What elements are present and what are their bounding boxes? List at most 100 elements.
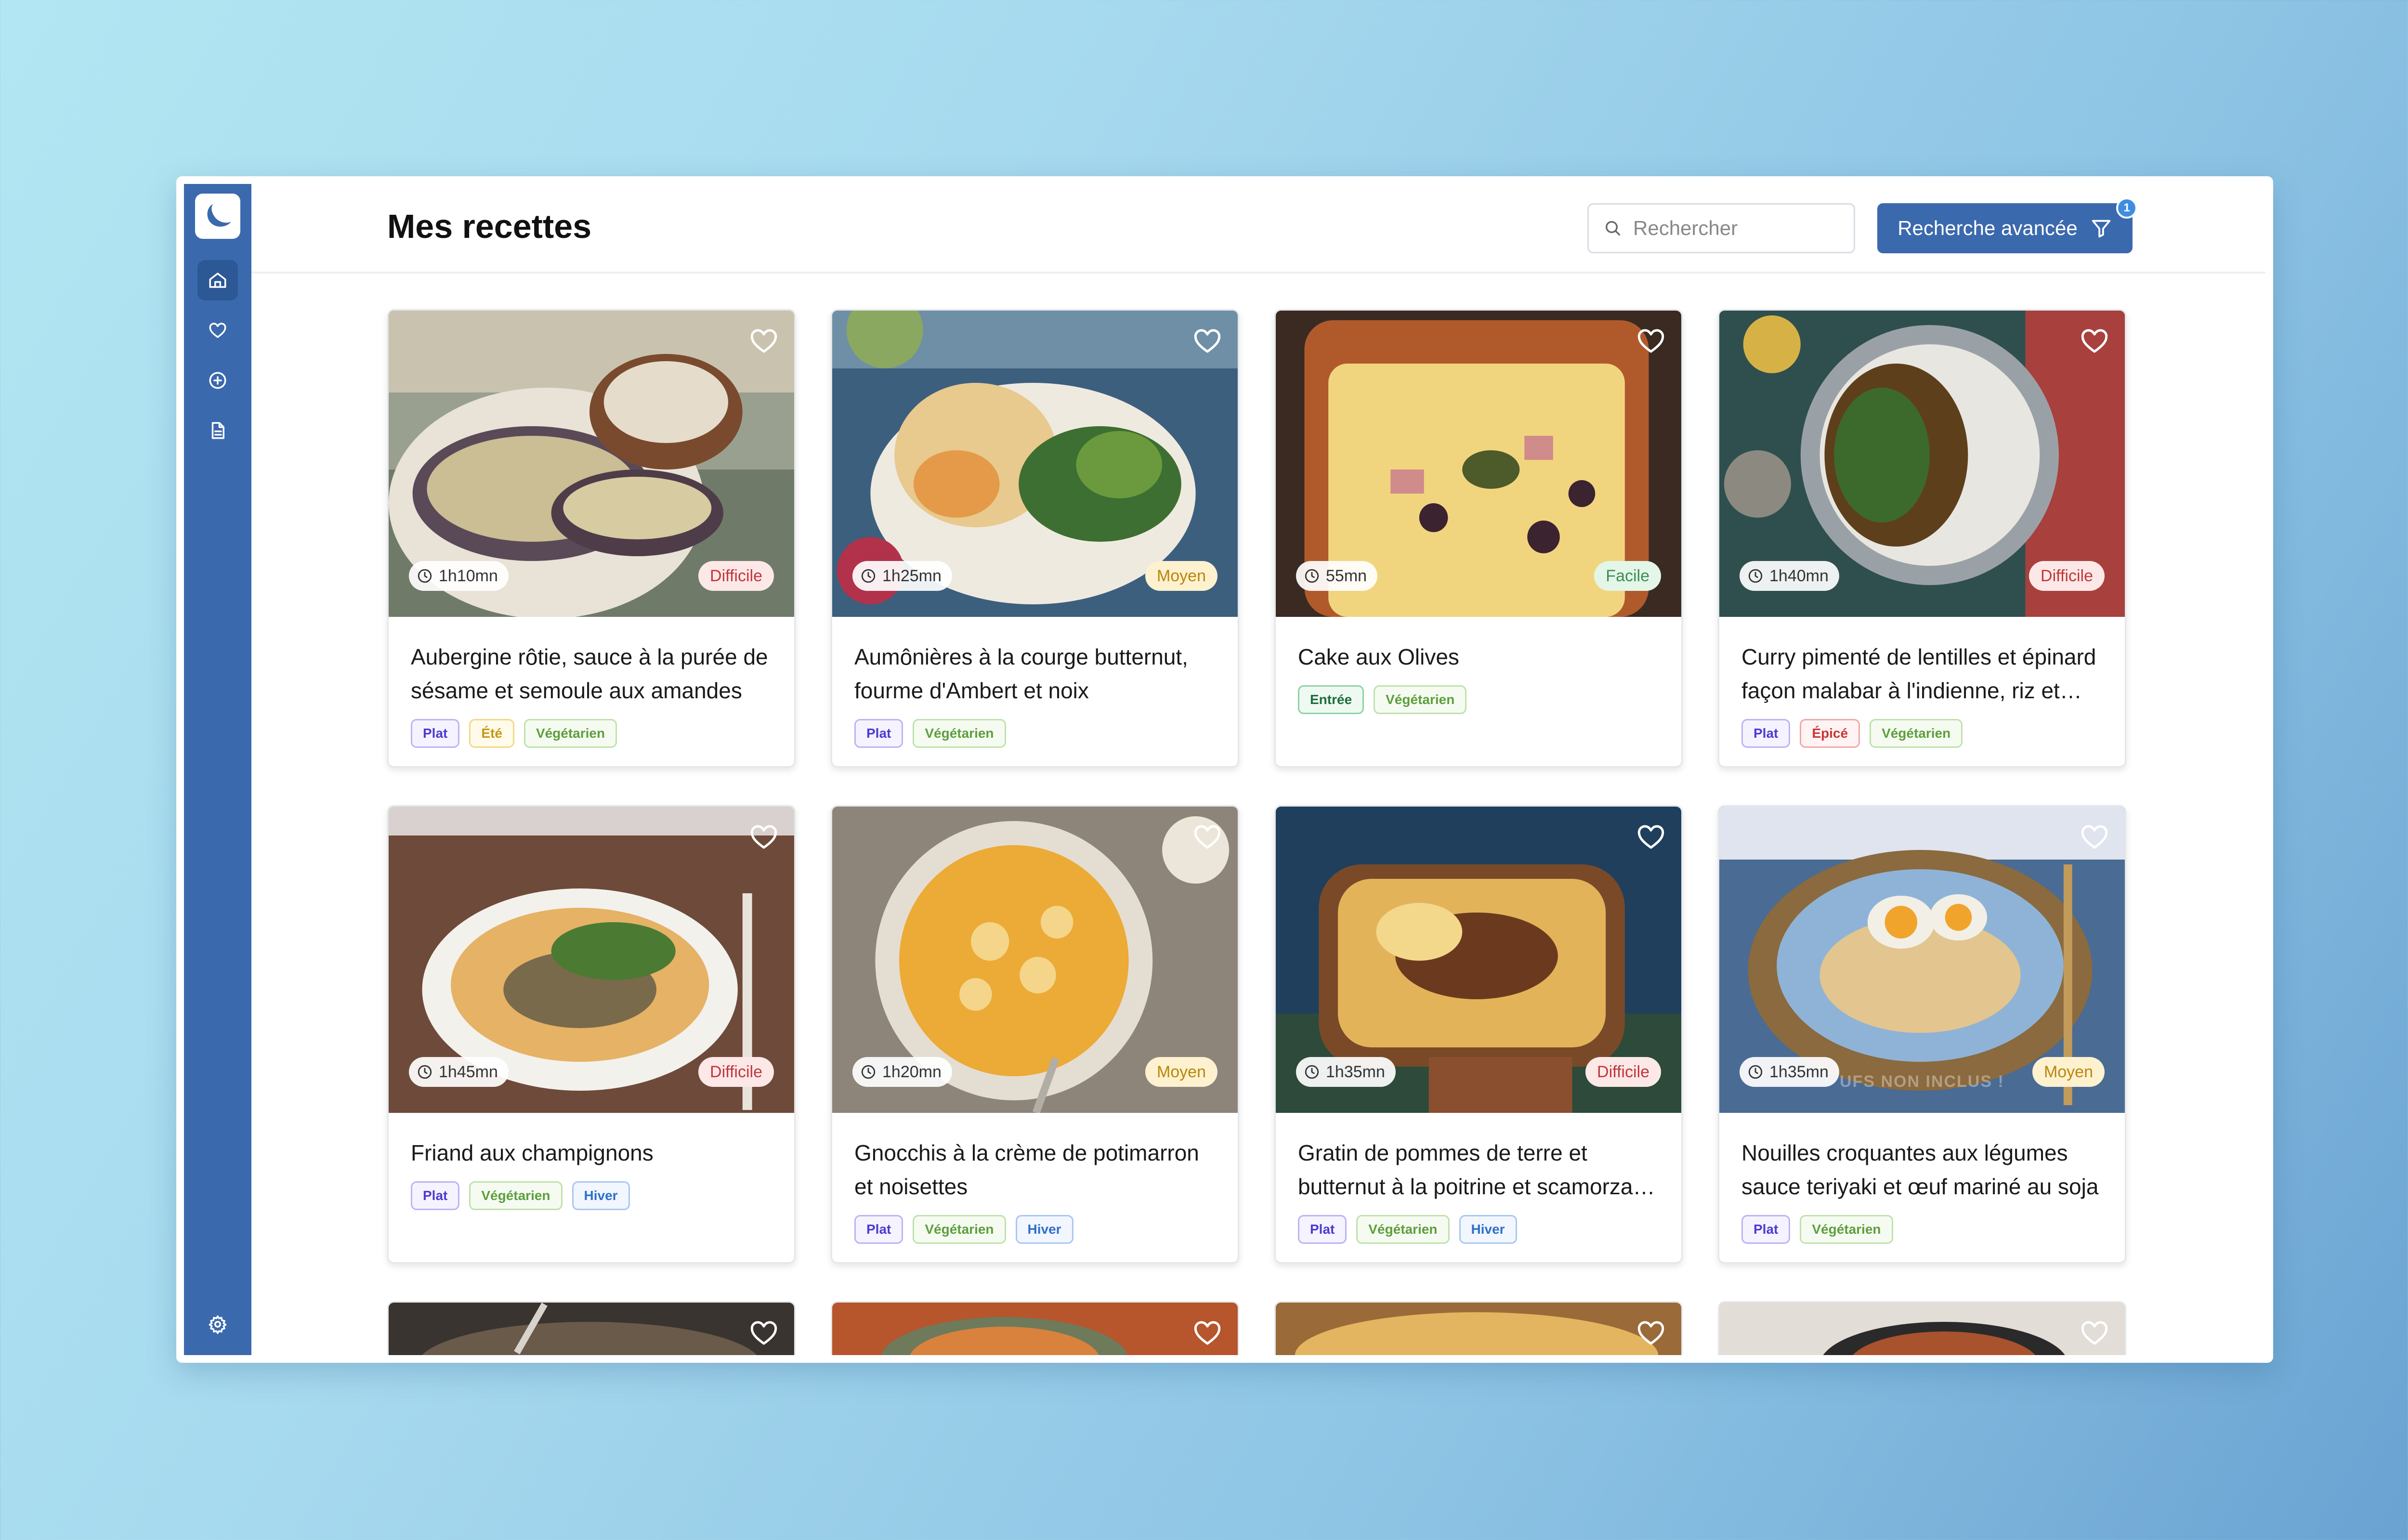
- sidebar: [184, 184, 251, 1355]
- recipe-card[interactable]: [1718, 1301, 2126, 1355]
- sidebar-item-documents[interactable]: [197, 410, 238, 451]
- recipe-card[interactable]: 1h40mn Difficile Curry pimenté de lentil…: [1718, 309, 2126, 768]
- tag-list: Plat Épicé Végétarien: [1741, 719, 1963, 748]
- document-icon: [211, 422, 224, 439]
- home-icon: [209, 273, 226, 288]
- advanced-search-button[interactable]: Recherche avancée 1: [1877, 197, 2137, 253]
- difficulty-badge: Difficile: [698, 561, 774, 591]
- difficulty-badge: Moyen: [1145, 1057, 1217, 1087]
- time-label: 1h35mn: [1326, 1062, 1385, 1081]
- sidebar-item-favorites[interactable]: [197, 310, 238, 351]
- favorite-heart-icon[interactable]: [1191, 1317, 1223, 1349]
- sidebar-item-settings[interactable]: [197, 1304, 238, 1344]
- favorite-heart-icon[interactable]: [748, 821, 780, 853]
- recipe-image: [832, 1303, 1238, 1355]
- recipe-image: [1276, 1303, 1681, 1355]
- tag-vegetarien: Végétarien: [913, 1215, 1006, 1244]
- recipe-card[interactable]: 1h25mn Moyen Aumônières à la courge butt…: [831, 309, 1239, 768]
- time-label: 1h25mn: [882, 566, 942, 585]
- difficulty-badge: Difficile: [2029, 561, 2105, 591]
- tag-list: Plat Été Végétarien: [411, 719, 617, 748]
- tag-list: Plat Végétarien: [854, 719, 1006, 748]
- filter-icon: [2092, 220, 2110, 238]
- recipe-card[interactable]: [387, 1301, 796, 1355]
- tag-vegetarien: Végétarien: [523, 719, 617, 748]
- tag-hiver: Hiver: [572, 1181, 630, 1210]
- favorite-heart-icon[interactable]: [748, 325, 780, 357]
- recipe-card[interactable]: [831, 1301, 1239, 1355]
- favorite-heart-icon[interactable]: [1635, 325, 1667, 357]
- clock-icon: [1748, 569, 1763, 583]
- page-header: Mes recettes Recherche avancée 1: [251, 184, 2265, 274]
- gear-icon: [209, 1315, 227, 1334]
- recipe-title: Nouilles croquantes aux légumes sauce te…: [1741, 1140, 2099, 1199]
- favorite-heart-icon[interactable]: [2079, 821, 2110, 853]
- time-badge: 1h20mn: [852, 1057, 952, 1087]
- tag-plat: Plat: [1741, 1215, 1791, 1244]
- tag-vegetarien: Végétarien: [1374, 685, 1467, 714]
- time-badge: 1h35mn: [1296, 1057, 1396, 1087]
- tag-plat: Plat: [854, 1215, 903, 1244]
- recipe-title: Gnocchis à la crème de potimarron et noi…: [854, 1140, 1199, 1199]
- recipe-title: Friand aux champignons: [411, 1140, 654, 1165]
- tag-plat: Plat: [411, 719, 460, 748]
- sidebar-item-add[interactable]: [197, 360, 238, 401]
- time-badge: 1h35mn: [1740, 1057, 1839, 1087]
- tag-list: Plat Végétarien: [1741, 1215, 1893, 1244]
- difficulty-badge: Facile: [1594, 561, 1661, 591]
- search-box[interactable]: [1587, 203, 1855, 253]
- recipe-card[interactable]: 1h35mn Difficile Gratin de pommes de ter…: [1274, 805, 1683, 1264]
- tag-entree: Entrée: [1298, 685, 1364, 714]
- time-badge: 1h45mn: [409, 1057, 509, 1087]
- tag-hiver: Hiver: [1459, 1215, 1517, 1244]
- recipe-card[interactable]: 1h10mn Difficile Aubergine rôtie, sauce …: [387, 309, 796, 768]
- clock-icon: [861, 569, 876, 583]
- time-badge: 1h25mn: [852, 561, 952, 591]
- time-label: 1h40mn: [1769, 566, 1829, 585]
- page-title: Mes recettes: [387, 208, 592, 245]
- favorite-heart-icon[interactable]: [1635, 821, 1667, 853]
- time-label: 55mn: [1326, 566, 1367, 585]
- favorite-heart-icon[interactable]: [1635, 1317, 1667, 1349]
- tag-epice: Épicé: [1800, 719, 1860, 748]
- tag-plat: Plat: [411, 1181, 460, 1210]
- tag-ete: Été: [469, 719, 514, 748]
- filter-count-badge: 1: [2116, 197, 2137, 219]
- recipe-card[interactable]: 1h45mn Difficile Friand aux champignons …: [387, 805, 796, 1264]
- image-watermark-text: UFS NON INCLUS !: [1840, 1072, 2004, 1091]
- clock-icon: [1305, 1065, 1319, 1079]
- tag-plat: Plat: [854, 719, 903, 748]
- time-badge: 55mn: [1296, 561, 1378, 591]
- recipe-title: Cake aux Olives: [1298, 644, 1459, 669]
- recipe-card[interactable]: UFS NON INCLUS ! 1h35mn Moyen Nouilles c…: [1718, 805, 2126, 1264]
- moon-logo-icon: [207, 204, 231, 227]
- tag-plat: Plat: [1298, 1215, 1347, 1244]
- recipe-card[interactable]: 1h20mn Moyen Gnocchis à la crème de poti…: [831, 805, 1239, 1264]
- tag-list: Plat Végétarien Hiver: [1298, 1215, 1517, 1244]
- search-input[interactable]: [1632, 216, 1846, 240]
- difficulty-badge: Difficile: [1585, 1057, 1661, 1087]
- favorite-heart-icon[interactable]: [2079, 325, 2110, 357]
- recipe-card[interactable]: 55mn Facile Cake aux Olives Entrée Végét…: [1274, 309, 1683, 768]
- sidebar-item-home[interactable]: [197, 260, 238, 300]
- tag-list: Plat Végétarien Hiver: [411, 1181, 630, 1210]
- difficulty-badge: Difficile: [698, 1057, 774, 1087]
- recipe-title: Gratin de pommes de terre et butternut à…: [1298, 1140, 1633, 1199]
- app-logo[interactable]: [195, 194, 240, 239]
- tag-vegetarien: Végétarien: [1870, 719, 1963, 748]
- favorite-heart-icon[interactable]: [2079, 1317, 2110, 1349]
- tag-vegetarien: Végétarien: [1800, 1215, 1893, 1244]
- difficulty-badge: Moyen: [1145, 561, 1217, 591]
- search-icon: [1606, 221, 1620, 235]
- main-content: Mes recettes Recherche avancée 1: [251, 184, 2265, 1355]
- recipe-title: Curry pimenté de lentilles et épinard fa…: [1741, 644, 2096, 703]
- recipe-image: [1719, 1303, 2125, 1355]
- favorite-heart-icon[interactable]: [748, 1317, 780, 1349]
- time-badge: 1h10mn: [409, 561, 509, 591]
- recipe-card[interactable]: [1274, 1301, 1683, 1355]
- time-badge: 1h40mn: [1740, 561, 1839, 591]
- favorite-heart-icon[interactable]: [1191, 325, 1223, 357]
- favorite-heart-icon[interactable]: [1191, 821, 1223, 853]
- difficulty-badge: Moyen: [2032, 1057, 2105, 1087]
- recipe-title: Aubergine rôtie, sauce à la purée de sés…: [411, 644, 768, 703]
